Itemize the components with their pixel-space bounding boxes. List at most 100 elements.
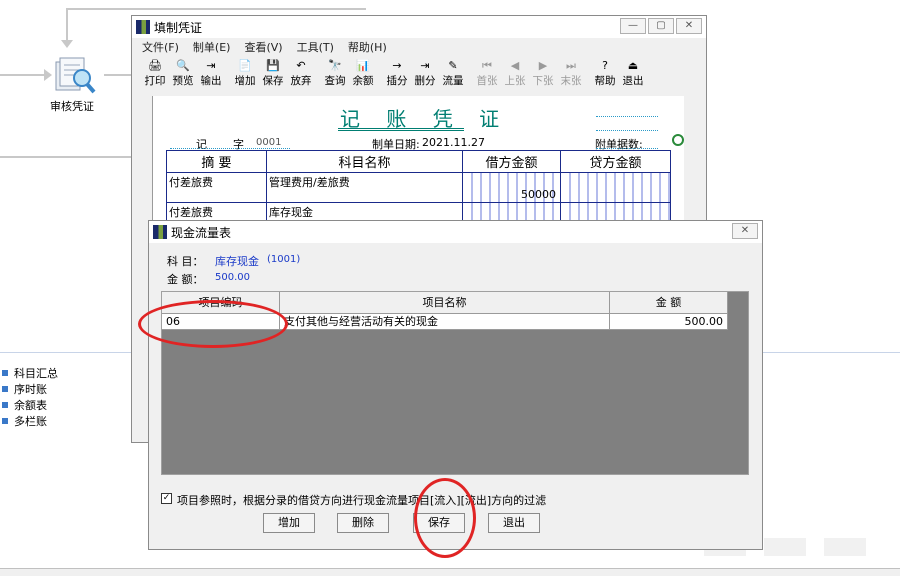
toolbar-label: 余额 — [352, 75, 374, 87]
flow-line-top — [66, 8, 366, 10]
header-name[interactable]: 项目名称 — [280, 292, 610, 314]
toolbar-label: 预览 — [172, 75, 194, 87]
table-row[interactable]: 付差旅费 管理费用/差旅费 50000 — [166, 172, 671, 203]
search-icon[interactable] — [672, 134, 684, 146]
bullet-icon — [2, 370, 8, 376]
subject-value: 库存现金 — [215, 255, 259, 268]
cashflow-dialog-title: 现金流量表 — [171, 225, 232, 240]
blur-block — [824, 538, 866, 556]
add-button[interactable]: 增加 — [263, 513, 315, 533]
amount-value: 500.00 — [215, 272, 250, 283]
toolbar-icon: ▶ — [538, 59, 548, 72]
exit-button[interactable]: 退出 — [488, 513, 540, 533]
toolbar-button-10[interactable]: ✎ 流量 — [440, 58, 466, 88]
filter-checkbox[interactable]: ✓ — [161, 493, 172, 504]
toolbar-icon: 📊 — [356, 59, 370, 72]
menu-help[interactable]: 帮助(H) — [348, 39, 387, 55]
blur-block — [764, 538, 806, 556]
menu-tools[interactable]: 工具(T) — [297, 39, 334, 55]
toolbar-button-16[interactable]: ⏏ 退出 — [620, 58, 646, 88]
cashflow-titlebar[interactable]: 现金流量表 ✕ — [149, 221, 762, 243]
toolbar-icon: ✎ — [448, 59, 458, 72]
toolbar-button-1[interactable]: 🔍 预览 — [170, 58, 196, 88]
toolbar-label: 首张 — [476, 75, 498, 87]
bullet-icon — [2, 386, 8, 392]
col-credit: 贷方金额 — [560, 150, 671, 173]
row-account[interactable]: 管理费用/差旅费 — [266, 172, 463, 203]
menu-file[interactable]: 文件(F) — [142, 39, 179, 55]
maximize-button[interactable]: ▢ — [648, 18, 674, 34]
list-item-balance[interactable]: 余额表 — [2, 397, 58, 413]
flow-line-right — [104, 74, 134, 76]
toolbar-icon: 🔭 — [328, 59, 342, 72]
voucher-number[interactable]: 0001 — [256, 137, 281, 148]
row-credit[interactable] — [560, 172, 671, 203]
toolbar-button-5[interactable]: ↶ 放弃 — [288, 58, 314, 88]
toolbar-button-8[interactable]: → 插分 — [384, 58, 410, 88]
toolbar-button-15[interactable]: ? 帮助 — [592, 58, 618, 88]
row-debit[interactable]: 50000 — [462, 172, 561, 203]
audit-voucher-label[interactable]: 审核凭证 — [50, 98, 94, 114]
toolbar-label: 增加 — [234, 75, 256, 87]
toolbar-button-3[interactable]: 📄 增加 — [232, 58, 258, 88]
header-amount[interactable]: 金 额 — [610, 292, 728, 314]
toolbar-button-0[interactable]: 🖨 打印 — [142, 58, 168, 88]
left-report-list: 科目汇总 序时账 余额表 多栏账 — [2, 365, 58, 429]
voucher-titlebar[interactable]: 填制凭证 — ▢ ✕ — [132, 16, 706, 38]
audit-voucher-icon[interactable] — [52, 56, 98, 96]
amount-label: 金 额： — [167, 273, 204, 286]
toolbar-icon: ⏮ — [482, 59, 492, 72]
toolbar-button-6[interactable]: 🔭 查询 — [322, 58, 348, 88]
col-summary: 摘 要 — [166, 150, 267, 173]
toolbar-label: 删分 — [414, 75, 436, 87]
toolbar-icon: 💾 — [266, 59, 280, 72]
date-value[interactable]: 2021.11.27 — [422, 136, 485, 149]
toolbar-label: 放弃 — [290, 75, 312, 87]
filter-checkbox-label[interactable]: 项目参照时，根据分录的借贷方向进行现金流量项目[流入][流出]方向的过滤 — [177, 492, 546, 508]
toolbar-icon: ◀ — [510, 59, 520, 72]
menu-view[interactable]: 查看(V) — [244, 39, 282, 55]
cell-amount[interactable]: 500.00 — [610, 314, 728, 330]
toolbar-button-2[interactable]: ⇥ 输出 — [198, 58, 224, 88]
menu-voucher[interactable]: 制单(E) — [193, 39, 231, 55]
toolbar-label: 插分 — [386, 75, 408, 87]
toolbar-icon: ⏏ — [627, 59, 639, 72]
close-button[interactable]: ✕ — [676, 18, 702, 34]
dotted-line — [596, 148, 658, 149]
flow-line-bottom — [0, 156, 134, 158]
toolbar-icon: ⇥ — [206, 59, 216, 72]
list-item-subject-summary[interactable]: 科目汇总 — [2, 365, 58, 381]
toolbar-icon: → — [392, 59, 402, 72]
toolbar-button-4[interactable]: 💾 保存 — [260, 58, 286, 88]
toolbar-icon: 🖨 — [148, 59, 162, 72]
toolbar-label: 保存 — [262, 75, 284, 87]
flow-line-left — [0, 74, 46, 76]
arrow-down-icon — [61, 40, 73, 48]
col-account: 科目名称 — [266, 150, 463, 173]
col-debit: 借方金额 — [462, 150, 561, 173]
toolbar-label: 上张 — [504, 75, 526, 87]
toolbar-label: 末张 — [560, 75, 582, 87]
toolbar-button-9[interactable]: ⇥ 删分 — [412, 58, 438, 88]
row-summary[interactable]: 付差旅费 — [166, 172, 267, 203]
list-item-multicolumn[interactable]: 多栏账 — [2, 413, 58, 429]
toolbar-icon: ↶ — [296, 59, 306, 72]
minimize-button[interactable]: — — [620, 18, 646, 34]
toolbar-label: 下张 — [532, 75, 554, 87]
delete-button[interactable]: 删除 — [337, 513, 389, 533]
toolbar-icon: ⏭ — [566, 59, 576, 72]
dotted-line — [596, 116, 658, 117]
dotted-line — [596, 130, 658, 131]
toolbar: 🖨 打印 🔍 预览 ⇥ 输出 📄 增加 💾 保存 ↶ 放弃 🔭 查询 📊 余额 → 插分 ⇥ 删分 ✎ 流量 ⏮ 首张 ◀ 上张 ▶… — [132, 56, 706, 88]
dotted-line — [170, 148, 290, 149]
list-item-journal[interactable]: 序时账 — [2, 381, 58, 397]
subject-code: (1001) — [267, 254, 301, 265]
toolbar-button-7[interactable]: 📊 余额 — [350, 58, 376, 88]
voucher-window-title: 填制凭证 — [154, 20, 203, 35]
toolbar-icon: ? — [602, 59, 608, 72]
bullet-icon — [2, 402, 8, 408]
cell-name[interactable]: 支付其他与经营活动有关的现金 — [280, 314, 610, 330]
close-button[interactable]: ✕ — [732, 223, 758, 239]
toolbar-button-14: ⏭ 末张 — [558, 58, 584, 88]
toolbar-label: 退出 — [622, 75, 644, 87]
